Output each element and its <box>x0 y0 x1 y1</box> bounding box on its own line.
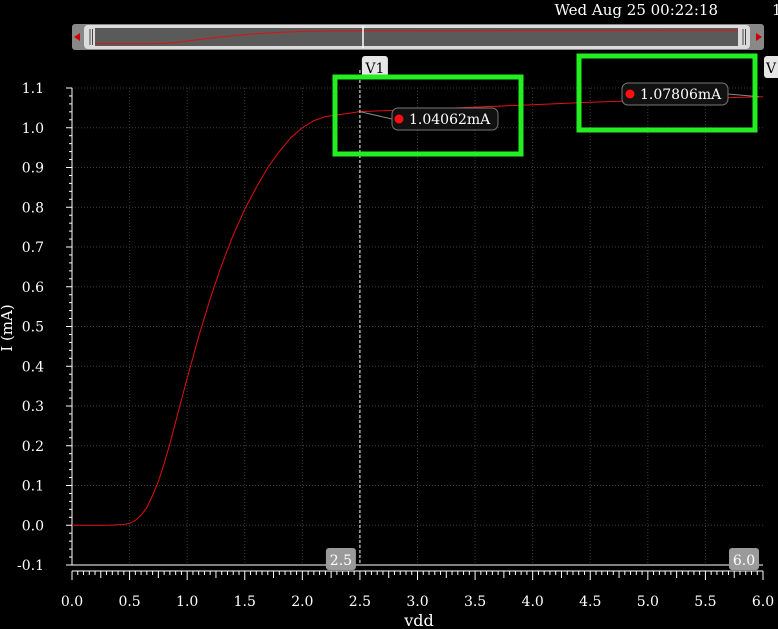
x-tick-label: 1.0 <box>176 594 198 610</box>
marker-dot <box>394 114 404 124</box>
x-tick-label: 5.5 <box>694 594 716 610</box>
marker-x-label: 2.5 <box>330 553 352 569</box>
x-tick-label: 4.5 <box>579 594 601 610</box>
y-tick-label: -0.1 <box>17 558 44 574</box>
x-axis-title: vdd <box>403 611 434 629</box>
marker-value-label: 1.07806mA <box>640 87 722 103</box>
x-tick-label: 2.5 <box>349 594 371 610</box>
overview-scrollbar[interactable] <box>72 24 764 50</box>
grid <box>72 87 763 565</box>
x-tick-label: 5.0 <box>637 594 659 610</box>
y-tick-label: 0.2 <box>22 439 44 455</box>
y-tick-label: 0.1 <box>22 479 44 495</box>
markers: V12.51.04062mAV6.01.07806mA <box>325 53 778 570</box>
x-tick-label: 0.0 <box>61 594 83 610</box>
x-tick-label: 4.0 <box>522 594 544 610</box>
y-tick-label: 0.9 <box>22 161 44 177</box>
y-tick-label: 1.0 <box>22 121 44 137</box>
y-tick-labels: 1.1 1.0 0.9 0.8 0.7 0.6 0.5 0.4 0.3 0.2 0.1 0.0 -0.1 <box>17 81 44 574</box>
marker-v[interactable]: V 6.0 1.07806mA <box>576 53 778 570</box>
y-tick-label: 0.8 <box>22 200 44 216</box>
timestamp-label: Wed Aug 25 00:22:18 <box>554 1 718 19</box>
x-tick-label: 2.0 <box>291 594 313 610</box>
x-tick-label: 0.5 <box>118 594 140 610</box>
y-tick-label: 0.5 <box>22 320 44 336</box>
x-tick-label: 6.0 <box>752 594 774 610</box>
x-tick-label: 3.0 <box>406 594 428 610</box>
axes <box>66 87 764 580</box>
marker-leader-line <box>359 111 393 120</box>
page-number-label: 1 <box>772 1 778 19</box>
y-axis-title: I (mA) <box>0 304 16 351</box>
marker-x-label: 6.0 <box>733 553 755 569</box>
y-tick-label: 0.6 <box>22 280 44 296</box>
marker-dot <box>625 89 635 99</box>
y-tick-label: 0.7 <box>22 240 44 256</box>
y-tick-label: 0.4 <box>22 359 44 375</box>
x-tick-label: 1.5 <box>234 594 256 610</box>
marker-name-label: V <box>765 61 777 77</box>
x-tick-label: 3.5 <box>464 594 486 610</box>
marker-value-label: 1.04062mA <box>409 112 491 128</box>
chart-canvas: Wed Aug 25 00:22:18 1 1.1 1.0 0.9 0.8 0.7 0.6… <box>0 1 778 629</box>
y-tick-label: 1.1 <box>22 81 44 97</box>
marker-v1[interactable]: V12.51.04062mA <box>325 56 524 570</box>
y-tick-label: 0.3 <box>22 399 44 415</box>
x-tick-labels: 0.0 0.5 1.0 1.5 2.0 2.5 3.0 3.5 4.0 4.5 5.0 5.5 6.0 <box>61 594 774 610</box>
y-tick-label: 0.0 <box>22 518 44 534</box>
